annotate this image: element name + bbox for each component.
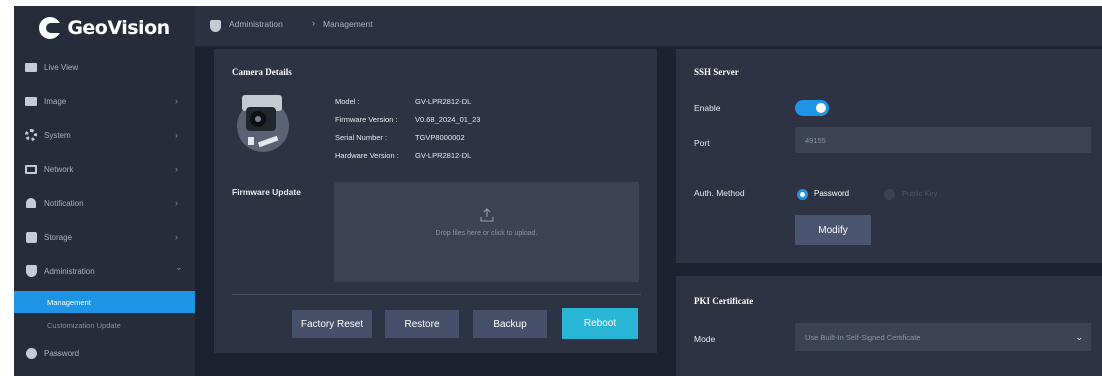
sidebar-item-notification[interactable]: Notification › bbox=[14, 186, 195, 220]
divider bbox=[232, 294, 641, 295]
sidebar-subitem-customization-update[interactable]: Customization Update bbox=[14, 314, 195, 336]
port-input[interactable]: 49155 bbox=[795, 127, 1091, 153]
upload-hint: Drop files here or click to upload. bbox=[435, 230, 538, 237]
model-label: Model : bbox=[335, 97, 360, 106]
geovision-logo-icon bbox=[39, 17, 62, 39]
chevron-right-icon: › bbox=[175, 130, 178, 140]
hardware-version-label: Hardware Version : bbox=[335, 151, 399, 160]
restore-button[interactable]: Restore bbox=[385, 310, 459, 338]
shield-icon bbox=[210, 20, 221, 32]
brand-logo: GeoVision bbox=[14, 6, 195, 50]
upload-icon bbox=[480, 208, 494, 222]
pki-certificate-panel: PKI Certificate Mode Use Built-In Self-S… bbox=[676, 276, 1102, 376]
sidebar-subitem-management[interactable]: Management bbox=[14, 291, 195, 313]
chevron-right-icon: › bbox=[175, 232, 178, 242]
modify-button[interactable]: Modify bbox=[795, 215, 871, 245]
sidebar-item-administration[interactable]: Administration ⌄ bbox=[14, 254, 195, 288]
pki-mode-value: Use Built-In Self-Signed Certificate bbox=[805, 332, 921, 342]
sidebar: GeoVision Live View Image › System › Net… bbox=[14, 6, 195, 376]
monitor-icon bbox=[24, 163, 38, 175]
sidebar-item-system[interactable]: System › bbox=[14, 118, 195, 152]
sidebar-item-storage[interactable]: Storage › bbox=[14, 220, 195, 254]
sidebar-item-label: Image bbox=[44, 96, 67, 106]
enable-label: Enable bbox=[694, 103, 721, 113]
chevron-down-icon: ⌄ bbox=[175, 262, 183, 272]
sidebar-item-network[interactable]: Network › bbox=[14, 152, 195, 186]
sidebar-item-image[interactable]: Image › bbox=[14, 84, 195, 118]
pki-mode-select[interactable]: Use Built-In Self-Signed Certificate ⌄ bbox=[795, 323, 1091, 351]
shield-icon bbox=[24, 265, 38, 277]
breadcrumb: Administration › Management bbox=[195, 6, 1102, 46]
chevron-right-icon: › bbox=[175, 198, 178, 208]
ssh-server-panel: SSH Server Enable Port 49155 Auth. Metho… bbox=[676, 49, 1102, 263]
breadcrumb-root[interactable]: Administration bbox=[229, 19, 283, 29]
gear-icon bbox=[24, 129, 38, 141]
brand-name: GeoVision bbox=[67, 17, 170, 39]
backup-button[interactable]: Backup bbox=[473, 310, 547, 338]
sidebar-subitem-label: Management bbox=[47, 297, 91, 307]
sidebar-item-label: Live View bbox=[44, 62, 79, 72]
sidebar-item-live-view[interactable]: Live View bbox=[14, 50, 195, 84]
live-view-icon bbox=[24, 61, 38, 73]
panel-title: SSH Server bbox=[694, 67, 739, 77]
auth-public-key-label: Public Key bbox=[902, 189, 938, 198]
sidebar-item-label: System bbox=[44, 130, 71, 140]
camera-details-panel: Camera Details Model : GV-LPR2812-DL Fir… bbox=[214, 49, 657, 353]
auth-password-radio[interactable] bbox=[797, 189, 808, 200]
firmware-version-value: V0.68_2024_01_23 bbox=[415, 115, 481, 124]
sidebar-item-label: Administration bbox=[44, 266, 95, 276]
camera-icon bbox=[237, 95, 289, 152]
sidebar-item-label: Password bbox=[44, 348, 80, 358]
image-icon bbox=[24, 95, 38, 107]
firmware-update-label: Firmware Update bbox=[232, 187, 301, 197]
panel-title: PKI Certificate bbox=[694, 296, 754, 306]
ssh-enable-toggle[interactable] bbox=[795, 100, 829, 116]
chevron-down-icon: ⌄ bbox=[1075, 332, 1083, 342]
sidebar-item-password[interactable]: Password bbox=[14, 336, 195, 370]
auth-public-key-radio[interactable] bbox=[884, 189, 895, 200]
chevron-right-icon: › bbox=[175, 164, 178, 174]
storage-icon bbox=[24, 231, 38, 243]
sidebar-item-label: Storage bbox=[44, 232, 73, 242]
auth-method-label: Auth. Method bbox=[694, 188, 745, 198]
sidebar-subitem-label: Customization Update bbox=[47, 320, 121, 330]
auth-password-label: Password bbox=[814, 189, 850, 198]
bell-icon bbox=[24, 197, 38, 209]
factory-reset-button[interactable]: Factory Reset bbox=[292, 310, 372, 338]
sidebar-item-label: Network bbox=[44, 164, 74, 174]
model-value: GV-LPR2812-DL bbox=[415, 97, 472, 106]
panel-title: Camera Details bbox=[232, 67, 292, 77]
firmware-upload-dropzone[interactable]: Drop files here or click to upload. bbox=[334, 182, 639, 282]
hardware-version-value: GV-LPR2812-DL bbox=[415, 151, 472, 160]
breadcrumb-separator: › bbox=[312, 18, 315, 28]
breadcrumb-current: Management bbox=[323, 19, 373, 29]
mode-label: Mode bbox=[694, 334, 716, 344]
app-window: GeoVision Live View Image › System › Net… bbox=[14, 6, 1102, 376]
reboot-button[interactable]: Reboot bbox=[562, 308, 638, 339]
port-label: Port bbox=[694, 138, 710, 148]
serial-number-label: Serial Number : bbox=[335, 133, 388, 142]
firmware-version-label: Firmware Version : bbox=[335, 115, 398, 124]
serial-number-value: TGVP8000002 bbox=[415, 133, 465, 142]
user-icon bbox=[24, 347, 38, 359]
sidebar-item-label: Notification bbox=[44, 198, 84, 208]
chevron-right-icon: › bbox=[175, 96, 178, 106]
